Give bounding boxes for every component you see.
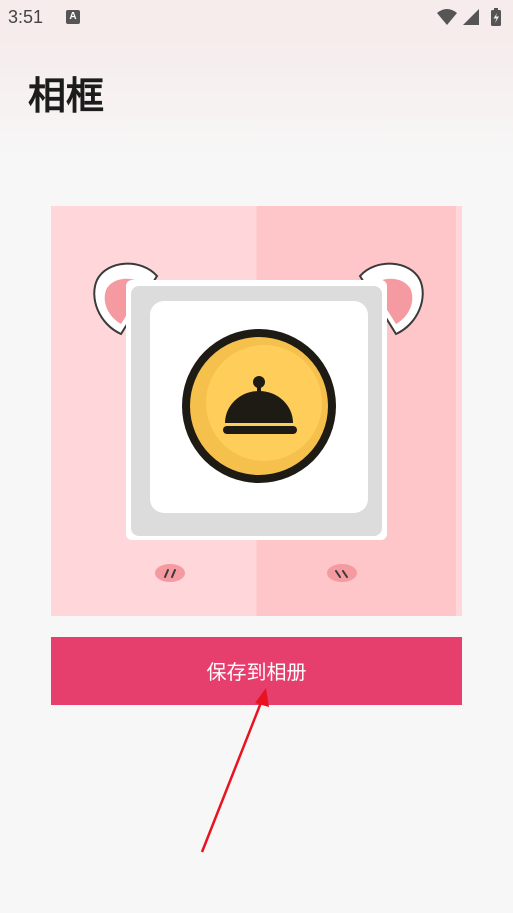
battery-icon [491,8,501,26]
wifi-icon [437,9,457,25]
status-bar: 3:51 A [0,0,513,36]
save-to-album-button[interactable]: 保存到相册 [51,637,462,705]
right-cheek [327,564,357,582]
frame-preview [51,206,462,616]
signal-icon [463,9,479,25]
cloche-icon [182,329,336,483]
notification-icon: A [66,10,80,24]
bunny-frame [93,262,424,582]
status-time: 3:51 [8,7,44,27]
status-icons [437,8,501,26]
left-cheek [155,564,185,582]
page-title: 相框 [28,74,105,118]
